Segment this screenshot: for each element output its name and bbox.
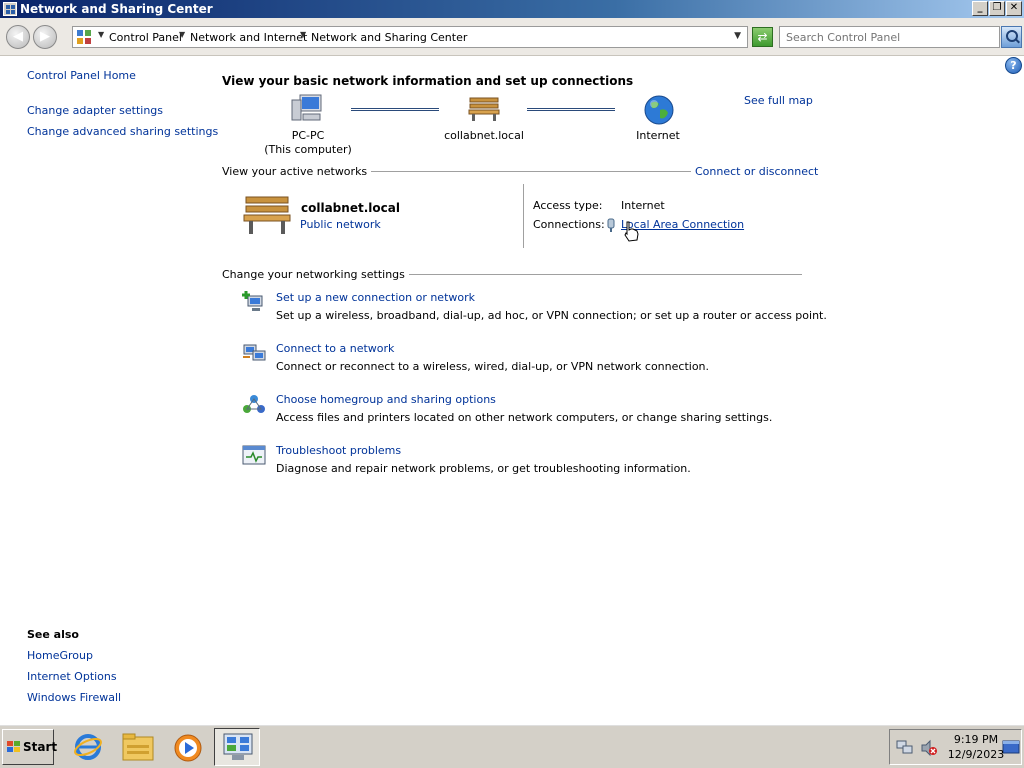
media-player-icon — [174, 734, 202, 762]
change-advanced-sharing-link[interactable]: Change advanced sharing settings — [27, 125, 218, 138]
taskbar-explorer-button[interactable] — [114, 728, 160, 766]
bench-large-icon — [243, 196, 291, 234]
access-type-label: Access type: — [533, 199, 603, 212]
hand-cursor-icon — [624, 221, 639, 242]
restore-button[interactable]: ❐ — [989, 1, 1005, 16]
task-title-setup-connection[interactable]: Set up a new connection or network — [276, 291, 475, 304]
change-adapter-settings-link[interactable]: Change adapter settings — [27, 104, 163, 117]
clock[interactable]: 9:19 PM 12/9/2023 — [946, 732, 1006, 762]
ethernet-icon — [607, 218, 615, 232]
access-type-value: Internet — [621, 199, 665, 212]
taskbar-control-panel-button[interactable] — [214, 728, 260, 766]
network-center-icon — [223, 733, 253, 760]
active-network-name: collabnet.local — [301, 201, 400, 215]
internet-node[interactable]: Internet — [626, 129, 690, 142]
control-panel-home-link[interactable]: Control Panel Home — [27, 69, 136, 82]
folder-icon — [122, 733, 154, 761]
task-desc-troubleshoot: Diagnose and repair network problems, or… — [276, 462, 691, 475]
page-title: View your basic network information and … — [222, 74, 634, 88]
windows-firewall-link[interactable]: Windows Firewall — [27, 691, 121, 704]
forward-button[interactable]: ▶ — [33, 25, 57, 49]
crumb-network-sharing[interactable]: Network and Sharing Center — [311, 31, 467, 44]
bench-icon — [468, 97, 500, 121]
task-title-homegroup[interactable]: Choose homegroup and sharing options — [276, 393, 496, 406]
see-full-map-link[interactable]: See full map — [744, 94, 813, 107]
refresh-button[interactable]: ⇄ — [752, 27, 773, 47]
computer-node[interactable]: PC-PC (This computer) — [260, 129, 356, 156]
volume-muted-icon[interactable] — [920, 739, 938, 757]
clock-date: 12/9/2023 — [947, 748, 1005, 761]
windows-logo-icon — [7, 741, 20, 752]
task-desc-homegroup: Access files and printers located on oth… — [276, 411, 773, 424]
back-button[interactable]: ◀ — [6, 25, 30, 49]
computer-sub: (This computer) — [264, 143, 352, 156]
start-button[interactable]: Start — [2, 729, 58, 765]
chevron-down-icon[interactable]: ▼ — [98, 30, 104, 39]
chevron-down-icon[interactable]: ▼ — [300, 30, 306, 39]
connect-disconnect-link[interactable]: Connect or disconnect — [691, 165, 819, 178]
active-networks-label: View your active networks — [222, 165, 372, 178]
task-desc-setup-connection: Set up a wireless, broadband, dial-up, a… — [276, 309, 827, 322]
title-bar: Network and Sharing Center _ ❐ ✕ — [0, 0, 1024, 18]
task-desc-connect-network: Connect or reconnect to a wireless, wire… — [276, 360, 710, 373]
internet-explorer-icon — [74, 734, 102, 760]
connection-line — [351, 108, 439, 111]
homegroup-link[interactable]: HomeGroup — [27, 649, 93, 662]
globe-icon — [644, 95, 674, 125]
search-button[interactable] — [1001, 26, 1022, 48]
taskbar-ie-button[interactable] — [64, 728, 110, 766]
start-label: Start — [23, 740, 58, 754]
connect-network-icon — [243, 344, 266, 361]
task-title-troubleshoot[interactable]: Troubleshoot problems — [276, 444, 401, 457]
troubleshoot-icon — [242, 445, 266, 465]
search-input[interactable] — [779, 26, 1000, 48]
address-dropdown-icon[interactable]: ▼ — [734, 31, 741, 41]
task-title-connect-network[interactable]: Connect to a network — [276, 342, 394, 355]
computer-name: PC-PC — [291, 129, 325, 142]
see-also-heading: See also — [27, 628, 79, 641]
connections-label: Connections: — [533, 218, 605, 231]
taskbar-media-player-button[interactable] — [164, 728, 210, 766]
homegroup-icon — [243, 395, 265, 413]
close-button[interactable]: ✕ — [1006, 1, 1022, 16]
taskbar: Start — [0, 724, 1024, 768]
connection-line — [527, 108, 615, 111]
computer-icon — [291, 94, 322, 121]
network-type-link[interactable]: Public network — [300, 218, 381, 231]
settings-label: Change your networking settings — [222, 268, 409, 281]
crumb-control-panel[interactable]: Control Panel — [109, 31, 182, 44]
chevron-down-icon[interactable]: ▼ — [179, 30, 185, 39]
internet-options-link[interactable]: Internet Options — [27, 670, 117, 683]
new-connection-icon — [242, 291, 263, 311]
network-tray-icon[interactable] — [896, 740, 914, 756]
help-icon[interactable]: ? — [1005, 57, 1022, 74]
address-bar: ◀ ▶ ▼ Control Panel ▼ Network and Intern… — [0, 18, 1024, 56]
vertical-divider — [523, 184, 524, 248]
network-node[interactable]: collabnet.local — [444, 129, 524, 142]
crumb-network-internet[interactable]: Network and Internet — [190, 31, 307, 44]
network-window-icon — [3, 2, 17, 16]
clock-time: 9:19 PM — [953, 733, 999, 746]
window-title: Network and Sharing Center — [20, 2, 213, 16]
control-panel-icon — [77, 30, 91, 44]
minimize-button[interactable]: _ — [972, 1, 988, 16]
breadcrumb[interactable]: ▼ Control Panel ▼ Network and Internet ▼… — [72, 26, 748, 48]
